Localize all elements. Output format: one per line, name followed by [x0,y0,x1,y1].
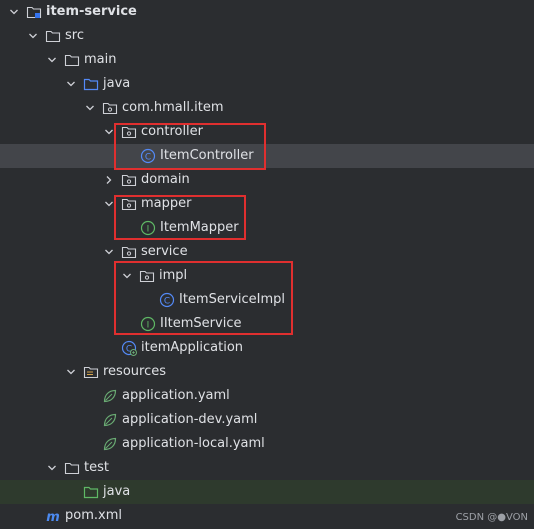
chevron-down-icon[interactable] [121,270,133,282]
tree-node-test[interactable]: test [0,456,534,480]
tree-node-root[interactable]: item-service [0,0,534,24]
pom-label: pom.xml [65,508,122,523]
package-icon [121,244,137,260]
package-label: com.hmall.item [122,100,224,115]
application-dev-yaml-label: application-dev.yaml [122,412,258,427]
iitem-service-label: IItemService [160,316,242,331]
spring-boot-class-icon: C [121,340,137,356]
item-controller-label: ItemController [160,148,254,163]
application-local-yaml-label: application-local.yaml [122,436,265,451]
svg-text:C: C [164,297,170,307]
chevron-right-icon[interactable] [103,174,115,186]
tree-node-java[interactable]: java [0,72,534,96]
svg-text:I: I [147,225,150,235]
impl-label: impl [159,268,188,283]
main-label: main [84,52,117,67]
package-icon [121,172,137,188]
root-label: item-service [46,4,137,19]
folder-icon [64,460,80,476]
package-icon [102,100,118,116]
tree-node-domain[interactable]: domain [0,168,534,192]
class-icon: C [140,148,156,164]
package-icon [139,268,155,284]
tree-node-application-local-yaml[interactable]: application-local.yaml [0,432,534,456]
service-label: service [141,244,188,259]
mapper-label: mapper [141,196,192,211]
chevron-down-icon[interactable] [27,30,39,42]
folder-icon [64,52,80,68]
tree-node-package[interactable]: com.hmall.item [0,96,534,120]
interface-icon: I [140,220,156,236]
test-java-label: java [103,484,131,499]
chevron-down-icon[interactable] [65,366,77,378]
java-label: java [103,76,131,91]
domain-label: domain [141,172,190,187]
controller-label: controller [141,124,204,139]
tree-node-main[interactable]: main [0,48,534,72]
item-application-label: itemApplication [141,340,244,355]
tree-node-item-service-impl[interactable]: C ItemServiceImpl [0,288,534,312]
spring-leaf-icon [102,388,118,404]
svg-text:I: I [147,321,150,331]
tree-node-service[interactable]: service [0,240,534,264]
tree-node-application-dev-yaml[interactable]: application-dev.yaml [0,408,534,432]
svg-text:m: m [46,510,60,524]
test-label: test [84,460,109,475]
item-service-impl-label: ItemServiceImpl [179,292,285,307]
tree-node-src[interactable]: src [0,24,534,48]
resources-folder-icon [83,364,99,380]
watermark: CSDN @●VON [455,512,528,523]
tree-node-impl[interactable]: impl [0,264,534,288]
test-source-folder-icon [83,484,99,500]
chevron-down-icon[interactable] [8,6,20,18]
package-icon [121,124,137,140]
interface-icon: I [140,316,156,332]
chevron-down-icon[interactable] [46,54,58,66]
tree-node-controller[interactable]: controller [0,120,534,144]
class-icon: C [159,292,175,308]
tree-node-iitem-service[interactable]: I IItemService [0,312,534,336]
chevron-down-icon[interactable] [84,102,96,114]
chevron-down-icon[interactable] [65,78,77,90]
package-icon [121,196,137,212]
tree-node-pom[interactable]: m pom.xml [0,504,534,528]
application-yaml-label: application.yaml [122,388,230,403]
src-label: src [65,28,84,43]
chevron-down-icon[interactable] [103,246,115,258]
item-mapper-label: ItemMapper [160,220,239,235]
tree-node-mapper[interactable]: mapper [0,192,534,216]
source-folder-icon [83,76,99,92]
tree-node-resources[interactable]: resources [0,360,534,384]
folder-icon [45,28,61,44]
svg-text:C: C [145,153,151,163]
resources-label: resources [103,364,167,379]
tree-node-test-java[interactable]: java [0,480,534,504]
tree-node-item-mapper[interactable]: I ItemMapper [0,216,534,240]
maven-icon: m [45,508,61,524]
chevron-down-icon[interactable] [46,462,58,474]
spring-leaf-icon [102,412,118,428]
tree-node-application-yaml[interactable]: application.yaml [0,384,534,408]
module-folder-icon [26,4,42,20]
tree-node-item-application[interactable]: C itemApplication [0,336,534,360]
tree-node-item-controller[interactable]: C ItemController [0,144,534,168]
chevron-down-icon[interactable] [103,198,115,210]
spring-leaf-icon [102,436,118,452]
chevron-down-icon[interactable] [103,126,115,138]
